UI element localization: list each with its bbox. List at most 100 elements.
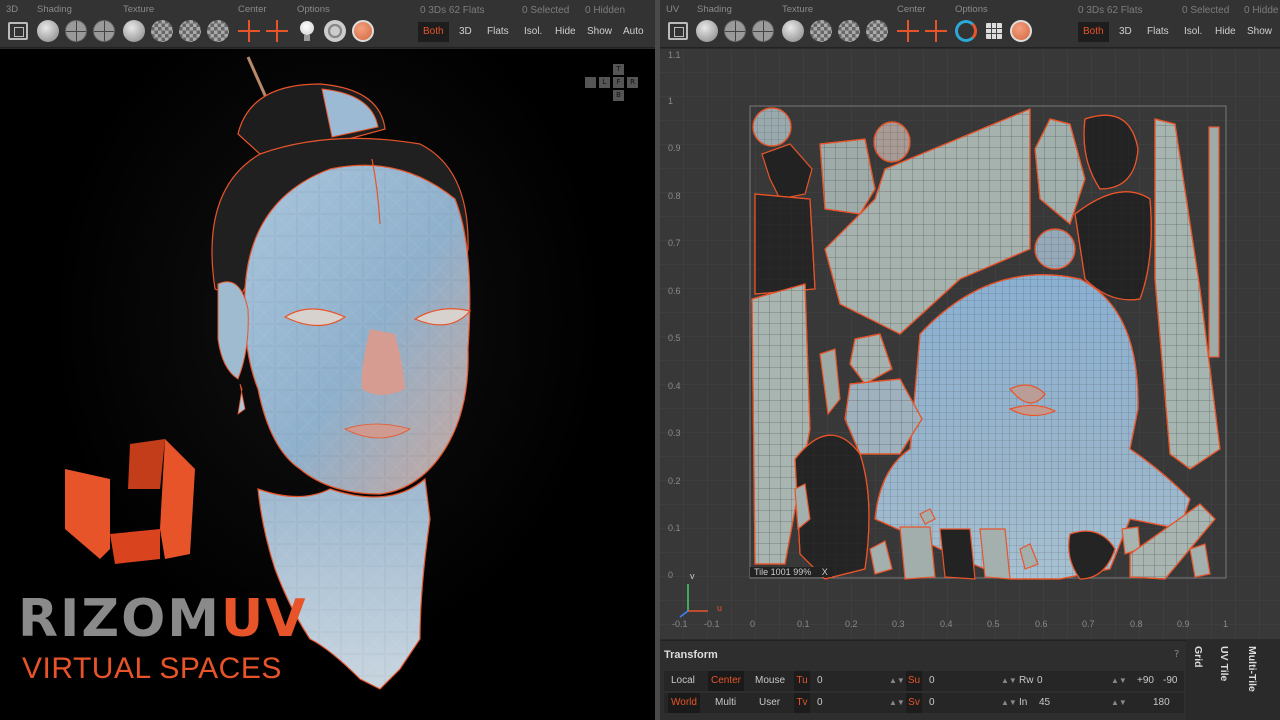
logo-tagline: VIRTUAL SPACES [22,652,282,685]
options-group-label: Options [297,4,330,15]
wireframe-sphere-icon[interactable] [65,20,87,42]
rotate-minus-90-button[interactable]: -90 [1160,671,1180,691]
rotate-w-stepper-icon[interactable]: ▲▼ [1108,671,1130,691]
transform-row-1: Local Center Mouse Tu 0 ▲▼ Su 0 ▲▼ Rw 0 … [664,671,1184,691]
uv-isolate-button[interactable]: Isol. [1179,22,1207,42]
translate-u-stepper-icon[interactable]: ▲▼ [886,671,908,691]
viewport-3d[interactable]: T L F R B RIZOMUV VIRTUAL SPACES [0,49,655,720]
center-cross-icon[interactable] [238,20,260,42]
neck-facets [258,479,430,689]
y-tick-0-2: 0.2 [668,476,681,486]
transform-help-icon[interactable]: ? [1174,649,1179,660]
scale-v-label: Sv [906,693,922,713]
x-tick-0-3: 0.3 [892,619,905,629]
show-button[interactable]: Show [582,22,617,42]
grid-display-icon[interactable] [986,23,1002,39]
checker-texture-2-icon[interactable] [179,20,201,42]
uv-center-target-icon[interactable] [925,20,947,42]
increment-input[interactable]: 45 [1036,693,1053,713]
center-target-icon[interactable] [266,20,288,42]
translate-v-input[interactable]: 0 [814,693,826,713]
y-tick-0-7: 0.7 [668,238,681,248]
viewport-uv[interactable]: v u 1.1 1 0.9 0.8 0.7 0.6 0.5 0.4 0.3 0.… [660,49,1280,639]
rotate-plus-90-button[interactable]: +90 [1134,671,1157,691]
rotate-180-button[interactable]: 180 [1150,693,1173,713]
uv-mode-both-button[interactable]: Both [1078,22,1109,42]
uv-tile-close-icon[interactable]: X [822,567,828,577]
texture-off-icon[interactable] [123,20,145,42]
light-bulb-icon[interactable] [300,21,314,41]
uv-checker-texture-2-icon[interactable] [838,20,860,42]
user-toggle[interactable]: User [756,693,783,713]
uv-selected-count: 0 Selected [1182,5,1230,16]
uv-show-button[interactable]: Show [1242,22,1277,42]
mesh-stats: 0 3Ds 62 Flats [420,5,485,16]
y-tick-0-5: 0.5 [668,333,681,343]
mode-3d-button[interactable]: 3D [454,22,477,42]
face-facets [244,165,470,494]
wireframe-shaded-icon[interactable] [93,20,115,42]
y-tick-0-8: 0.8 [668,191,681,201]
rotate-w-input[interactable]: 0 [1034,671,1046,691]
uv-tile-label[interactable]: Tile 1001 99% X [750,567,832,577]
uv-center-cross-icon[interactable] [897,20,919,42]
uv-layout-canvas[interactable]: v u [660,49,1280,639]
material-color-icon[interactable] [352,20,374,42]
uv-material-color-icon[interactable] [1010,20,1032,42]
auto-button[interactable]: Auto [618,22,649,42]
u-axis-label: u [717,603,722,613]
center-toggle[interactable]: Center [708,671,745,691]
mode-both-button[interactable]: Both [418,22,449,42]
scale-u-label: Su [906,671,922,691]
x-tick-0-6: 0.6 [1035,619,1048,629]
increment-label: In [1019,697,1028,708]
texture-group-label: Texture [123,4,155,15]
transform-panel: Transform ? Local Center Mouse Tu 0 ▲▼ S… [660,640,1260,720]
tab-uv-tile[interactable]: UV Tile [1218,646,1230,681]
hide-button[interactable]: Hide [550,22,581,42]
y-tick-1-1: 1.1 [668,50,681,60]
ambient-occlusion-icon[interactable] [324,20,346,42]
uv-frame-view-icon[interactable] [668,22,688,40]
uv-mode-flats-button[interactable]: Flats [1142,22,1174,42]
view-group-label: 3D [6,4,19,15]
scale-v-input[interactable]: 0 [926,693,938,713]
x-tick-0: 0 [750,619,756,629]
isolate-button[interactable]: Isol. [519,22,547,42]
y-tick-1: 1 [668,96,674,106]
tab-grid[interactable]: Grid [1192,646,1204,668]
uv-checker-texture-icon[interactable] [810,20,832,42]
mouse-toggle[interactable]: Mouse [752,671,788,691]
uv-texture-group-label: Texture [782,4,814,15]
uv-shading-group-label: Shading [697,4,732,15]
uv-mesh-stats: 0 3Ds 62 Flats [1078,5,1143,16]
x-tick-0-9: 0.9 [1177,619,1190,629]
uv-wireframe-sphere-icon[interactable] [724,20,746,42]
uv-shaded-sphere-icon[interactable] [696,20,718,42]
mode-flats-button[interactable]: Flats [482,22,514,42]
multi-toggle[interactable]: Multi [712,693,739,713]
tab-multi-tile[interactable]: Multi-Tile [1246,646,1258,692]
local-toggle[interactable]: Local [668,671,698,691]
translate-u-label: Tu [794,671,810,691]
translate-u-input[interactable]: 0 [814,671,826,691]
uv-texture-off-icon[interactable] [782,20,804,42]
translate-v-stepper-icon[interactable]: ▲▼ [886,693,908,713]
scale-u-input[interactable]: 0 [926,671,938,691]
uv-hide-button[interactable]: Hide [1210,22,1241,42]
viewport-3d-toolbar: 3D Shading Texture Center Options 0 3Ds … [0,0,655,48]
earring [237,383,246,415]
frame-view-icon[interactable] [8,22,28,40]
world-toggle[interactable]: World [668,693,700,713]
increment-stepper-icon[interactable]: ▲▼ [1108,693,1130,713]
checker-texture-3-icon[interactable] [207,20,229,42]
transform-panel-title[interactable]: Transform [664,649,718,661]
uv-wireframe-shaded-icon[interactable] [752,20,774,42]
uv-checker-texture-3-icon[interactable] [866,20,888,42]
checker-texture-icon[interactable] [151,20,173,42]
shaded-sphere-icon[interactable] [37,20,59,42]
uv-mode-3d-button[interactable]: 3D [1114,22,1137,42]
x-tick-0-7: 0.7 [1082,619,1095,629]
sync-selection-icon[interactable] [955,20,977,42]
hidden-count: 0 Hidden [585,5,626,16]
